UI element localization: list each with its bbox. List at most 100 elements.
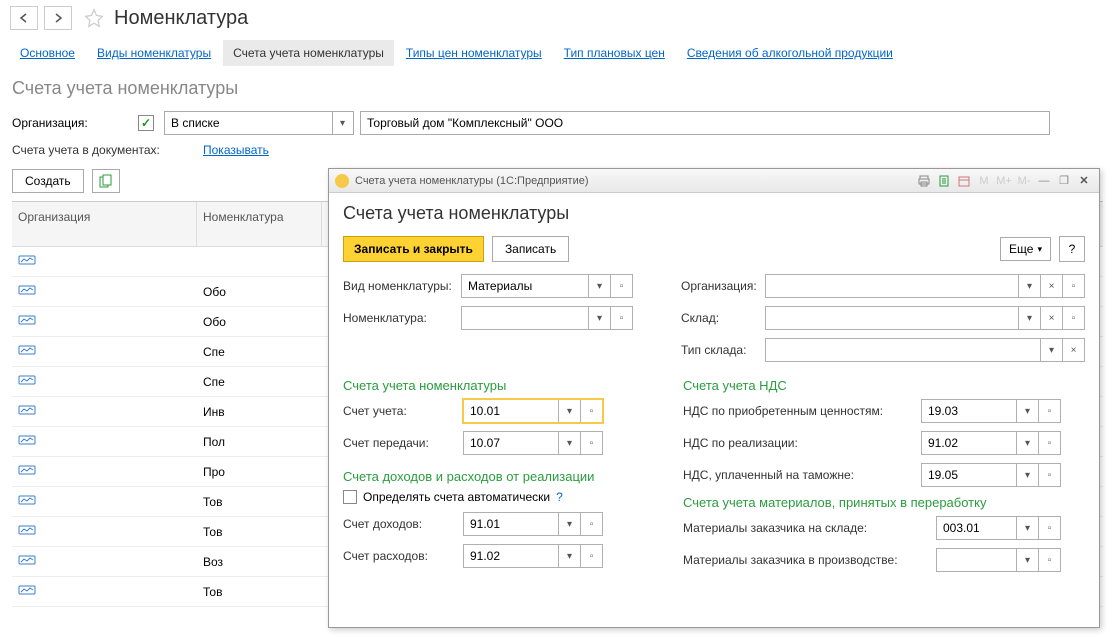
vat-sale-input[interactable]	[922, 432, 1016, 454]
tab-price-types[interactable]: Типы цен номенклатуры	[396, 40, 552, 66]
vat-customs-input[interactable]	[922, 464, 1016, 486]
lbl-whtype: Тип склада:	[681, 343, 759, 357]
record-icon	[18, 524, 36, 536]
auto-label: Определять счета автоматически	[363, 490, 550, 504]
mat-stock-input[interactable]	[937, 517, 1016, 539]
tab-accounts[interactable]: Счета учета номенклатуры	[223, 40, 394, 66]
dropdown-icon[interactable]: ▾	[558, 513, 580, 535]
warehouse-input[interactable]	[766, 307, 1018, 329]
print-icon[interactable]	[915, 172, 933, 190]
minimize-icon[interactable]: —	[1035, 172, 1053, 190]
open-icon[interactable]: ▫	[1038, 464, 1060, 486]
dropdown-icon[interactable]: ▾	[1016, 464, 1038, 486]
maximize-icon[interactable]: ❐	[1055, 172, 1073, 190]
record-icon	[18, 344, 36, 356]
record-icon	[18, 494, 36, 506]
vat-purch-input[interactable]	[922, 400, 1016, 422]
m-button[interactable]: M	[975, 172, 993, 190]
open-icon[interactable]: ▫	[610, 307, 632, 329]
group4-title: Счета учета материалов, принятых в перер…	[683, 495, 1085, 510]
trans-input[interactable]	[464, 432, 558, 454]
dropdown-icon[interactable]: ▾	[1018, 307, 1040, 329]
acc-input[interactable]	[464, 400, 558, 422]
calendar-icon[interactable]	[955, 172, 973, 190]
dropdown-icon[interactable]: ▾	[558, 432, 580, 454]
open-icon[interactable]: ▫	[1038, 517, 1060, 539]
open-icon[interactable]: ▫	[1038, 400, 1060, 422]
m-minus-button[interactable]: M-	[1015, 172, 1033, 190]
calc-icon[interactable]	[935, 172, 953, 190]
copy-button[interactable]	[92, 169, 120, 193]
dropdown-icon[interactable]: ▾	[588, 307, 610, 329]
tab-alcohol-info[interactable]: Сведения об алкогольной продукции	[677, 40, 903, 66]
help-button[interactable]: ?	[1059, 236, 1085, 262]
dropdown-icon[interactable]: ▾	[1016, 549, 1038, 571]
open-icon[interactable]: ▫	[1062, 275, 1084, 297]
lbl-vat-purch: НДС по приобретенным ценностям:	[683, 404, 913, 418]
dropdown-icon[interactable]: ▾	[1016, 400, 1038, 422]
dropdown-icon[interactable]: ▾	[558, 400, 580, 422]
open-icon[interactable]: ▫	[1038, 549, 1060, 571]
clear-icon[interactable]: ×	[1062, 339, 1084, 361]
cell-nomen: Инв	[197, 401, 322, 423]
org-input[interactable]	[766, 275, 1018, 297]
close-icon[interactable]: ✕	[1075, 172, 1093, 190]
open-icon[interactable]: ▫	[580, 545, 602, 567]
income-input[interactable]	[464, 513, 558, 535]
dropdown-icon[interactable]: ▾	[1016, 517, 1038, 539]
tab-plan-price-type[interactable]: Тип плановых цен	[554, 40, 675, 66]
nomen-input[interactable]	[462, 307, 588, 329]
dropdown-icon[interactable]: ▾	[558, 545, 580, 567]
create-button[interactable]: Создать	[12, 169, 84, 193]
mat-prod-input[interactable]	[937, 549, 1016, 571]
auto-checkbox[interactable]	[343, 490, 357, 504]
more-button[interactable]: Еще▾	[1000, 237, 1051, 261]
expense-input[interactable]	[464, 545, 558, 567]
dialog-heading: Счета учета номенклатуры	[343, 203, 1085, 224]
lbl-acc: Счет учета:	[343, 404, 455, 418]
favorite-star-icon[interactable]	[84, 8, 104, 28]
record-icon	[18, 464, 36, 476]
filter-org-value-input[interactable]	[361, 112, 1049, 134]
dropdown-icon[interactable]: ▾	[1018, 275, 1040, 297]
dropdown-icon[interactable]: ▾	[588, 275, 610, 297]
cell-nomen: Спе	[197, 341, 322, 363]
auto-help-icon[interactable]: ?	[556, 490, 563, 504]
open-icon[interactable]: ▫	[1038, 432, 1060, 454]
th-nomen[interactable]: Номенклатура	[197, 202, 322, 246]
open-icon[interactable]: ▫	[1062, 307, 1084, 329]
dropdown-icon[interactable]: ▾	[332, 112, 352, 134]
clear-icon[interactable]: ×	[1040, 275, 1062, 297]
cell-nomen: Обо	[197, 281, 322, 303]
tab-kinds[interactable]: Виды номенклатуры	[87, 40, 221, 66]
tab-bar: Основное Виды номенклатуры Счета учета н…	[0, 36, 1115, 66]
filter-docaccounts-link[interactable]: Показывать	[203, 143, 269, 157]
save-close-button[interactable]: Записать и закрыть	[343, 236, 484, 262]
open-icon[interactable]: ▫	[580, 432, 602, 454]
open-icon[interactable]: ▫	[580, 513, 602, 535]
clear-icon[interactable]: ×	[1040, 307, 1062, 329]
filter-org-label: Организация:	[12, 116, 132, 130]
open-icon[interactable]: ▫	[610, 275, 632, 297]
nav-forward-button[interactable]	[44, 6, 72, 30]
whtype-input[interactable]	[766, 339, 1040, 361]
filter-inlist-input[interactable]	[165, 112, 332, 134]
dropdown-icon[interactable]: ▾	[1016, 432, 1038, 454]
record-icon	[18, 254, 36, 266]
group3-title: Счета доходов и расходов от реализации	[343, 469, 663, 484]
nav-back-button[interactable]	[10, 6, 38, 30]
record-icon	[18, 374, 36, 386]
record-icon	[18, 434, 36, 446]
open-icon[interactable]: ▫	[580, 400, 602, 422]
dropdown-icon[interactable]: ▾	[1040, 339, 1062, 361]
lbl-warehouse: Склад:	[681, 311, 759, 325]
record-icon	[18, 584, 36, 596]
kind-input[interactable]	[462, 275, 588, 297]
th-org[interactable]: Организация	[12, 202, 197, 246]
m-plus-button[interactable]: M+	[995, 172, 1013, 190]
lbl-vat-sale: НДС по реализации:	[683, 436, 913, 450]
save-button[interactable]: Записать	[492, 236, 569, 262]
cell-nomen: Тов	[197, 521, 322, 543]
tab-main[interactable]: Основное	[10, 40, 85, 66]
filter-org-checkbox[interactable]	[138, 115, 154, 131]
